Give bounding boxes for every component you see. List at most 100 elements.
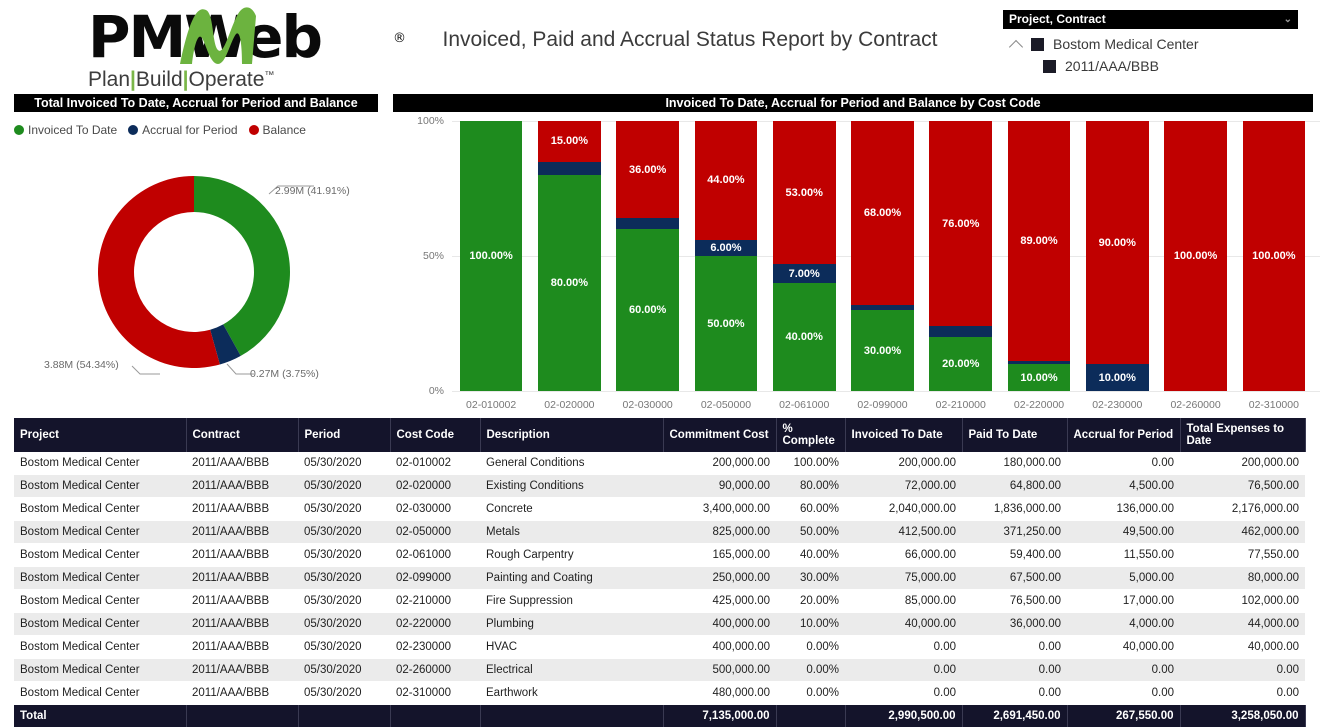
slicer-header[interactable]: Project, Contract ⌄: [1003, 10, 1298, 29]
table-cell: 500,000.00: [663, 658, 776, 682]
table-cell: 40.00%: [776, 543, 845, 567]
table-row[interactable]: Bostom Medical Center 2011/AAA/BBB 05/30/2…: [14, 681, 1305, 705]
table-column-header[interactable]: Paid To Date: [962, 418, 1068, 452]
table-row[interactable]: Bostom Medical Center 2011/AAA/BBB 05/30/2…: [14, 612, 1305, 636]
chevron-up-icon[interactable]: [1009, 36, 1025, 52]
checkbox-checked-icon[interactable]: [1043, 59, 1056, 73]
table-cell: 825,000.00: [663, 520, 776, 544]
table-row[interactable]: Bostom Medical Center 2011/AAA/BBB 05/30/2…: [14, 474, 1305, 498]
table-total-cell: [298, 704, 391, 727]
table-cell: 02-210000: [390, 589, 480, 613]
bar-column[interactable]: 68.00% 30.00%: [851, 121, 914, 391]
bar-segment[interactable]: 10.00%: [1086, 364, 1149, 391]
logo-text-eb: eb: [244, 3, 323, 71]
bar-segment[interactable]: 20.00%: [929, 337, 993, 391]
table-row[interactable]: Bostom Medical Center 2011/AAA/BBB 05/30/2…: [14, 452, 1305, 475]
bar-segment[interactable]: 44.00%: [694, 121, 758, 240]
table-cell: 72,000.00: [845, 474, 962, 498]
bar-segment[interactable]: 40.00%: [772, 283, 836, 391]
table-column-header[interactable]: Commitment Cost: [663, 418, 777, 452]
table-column-header[interactable]: Invoiced To Date: [845, 418, 963, 452]
table-cell: 02-050000: [390, 520, 480, 544]
project-contract-slicer[interactable]: Project, Contract ⌄ Bostom Medical Cente…: [1003, 10, 1298, 77]
slicer-node-project[interactable]: Bostom Medical Center: [1003, 33, 1298, 55]
bar-column[interactable]: 100.00%: [459, 121, 523, 391]
bar-segment[interactable]: [538, 161, 601, 175]
table-cell: 60.00%: [776, 497, 845, 521]
table-cell: 05/30/2020: [298, 681, 390, 705]
table-cell: 0.00: [1067, 452, 1180, 475]
bar-segment[interactable]: 7.00%: [772, 264, 836, 283]
table-total-row: Total 7,135,000.00 2,990,500.00 2,691,450.0…: [14, 704, 1306, 727]
table-column-header[interactable]: Description: [480, 418, 664, 452]
bar-segment[interactable]: 15.00%: [538, 121, 601, 162]
legend-item-balance[interactable]: Balance: [248, 123, 306, 137]
legend-item-invoiced[interactable]: Invoiced To Date: [14, 123, 117, 137]
bar-segment[interactable]: 53.00%: [772, 121, 836, 265]
bar-column[interactable]: 89.00% 10.00%: [1007, 121, 1071, 391]
table-cell: 02-099000: [390, 566, 480, 590]
table-column-header[interactable]: Project: [14, 418, 187, 452]
checkbox-checked-icon[interactable]: [1031, 37, 1044, 51]
chevron-down-icon[interactable]: ⌄: [1284, 14, 1292, 25]
table-column-header[interactable]: Contract: [186, 418, 299, 452]
table-column-header[interactable]: % Complete: [776, 418, 846, 452]
table-cell: 05/30/2020: [298, 612, 390, 636]
donut-slice[interactable]: [194, 176, 291, 356]
bar-column[interactable]: 100.00%: [1242, 121, 1306, 391]
donut-slices[interactable]: [98, 176, 291, 368]
report-page: PMWeb ® Plan|Build|Operate™ Invoiced, Pa…: [0, 0, 1320, 727]
bar-segment[interactable]: 50.00%: [694, 256, 758, 391]
bar-segment[interactable]: 68.00%: [851, 121, 914, 305]
table-row[interactable]: Bostom Medical Center 2011/AAA/BBB 05/30/2…: [14, 635, 1305, 659]
table-column-header[interactable]: Cost Code: [390, 418, 481, 452]
stacked-bar-chart[interactable]: 0% 50% 100% 100.00% 02-010002 15.00% 80.00% 02-…: [393, 112, 1320, 411]
table-row[interactable]: Bostom Medical Center 2011/AAA/BBB 05/30/2…: [14, 520, 1305, 544]
logo-tagline: Plan|Build|Operate™: [88, 68, 275, 91]
table-column-header[interactable]: Total Expenses to Date: [1180, 418, 1306, 452]
bar-segment[interactable]: 100.00%: [459, 121, 523, 391]
table-total-cell: [186, 704, 299, 727]
bar-column[interactable]: 15.00% 80.00%: [538, 121, 601, 391]
bar-segment[interactable]: 10.00%: [1007, 364, 1071, 391]
table-cell: Bostom Medical Center: [14, 566, 186, 590]
bar-column[interactable]: 36.00% 60.00%: [616, 121, 679, 391]
bar-chart-title: Invoiced To Date, Accrual for Period and…: [393, 94, 1313, 112]
bar-segment[interactable]: 76.00%: [929, 121, 993, 327]
bar-segment[interactable]: 6.00%: [694, 239, 758, 256]
table-cell: 05/30/2020: [298, 474, 390, 498]
slicer-node-label: Bostom Medical Center: [1053, 36, 1199, 52]
table-cell: General Conditions: [480, 452, 663, 475]
table-total-cell: [776, 704, 846, 727]
table-row[interactable]: Bostom Medical Center 2011/AAA/BBB 05/30/2…: [14, 566, 1305, 590]
bar-column[interactable]: 100.00%: [1164, 121, 1227, 391]
table-cell: 20.00%: [776, 589, 845, 613]
table-row[interactable]: Bostom Medical Center 2011/AAA/BBB 05/30/2…: [14, 543, 1305, 567]
bar-segment[interactable]: 80.00%: [538, 175, 601, 391]
bar-segment[interactable]: 90.00%: [1086, 121, 1149, 364]
bar-segment[interactable]: 60.00%: [616, 229, 679, 391]
table-cell: 400,000.00: [663, 612, 776, 636]
legend-item-accrual[interactable]: Accrual for Period: [128, 123, 238, 137]
bar-segment[interactable]: 89.00%: [1007, 121, 1071, 362]
table-row[interactable]: Bostom Medical Center 2011/AAA/BBB 05/30/2…: [14, 658, 1305, 682]
bar-segment[interactable]: [616, 218, 679, 229]
bar-segment[interactable]: 100.00%: [1242, 121, 1306, 391]
table-cell: 0.00: [1067, 681, 1180, 705]
table-row[interactable]: Bostom Medical Center 2011/AAA/BBB 05/30/2…: [14, 497, 1305, 521]
bar-segment[interactable]: 100.00%: [1164, 121, 1227, 391]
table-row[interactable]: Bostom Medical Center 2011/AAA/BBB 05/30/2…: [14, 589, 1305, 613]
slicer-node-contract[interactable]: 2011/AAA/BBB: [1003, 55, 1298, 77]
bar-segment[interactable]: 30.00%: [851, 310, 914, 391]
table-cell: 44,000.00: [1180, 612, 1305, 636]
bar-segment[interactable]: [929, 326, 993, 337]
bar-column[interactable]: 90.00% 10.00%: [1086, 121, 1149, 391]
bar-column[interactable]: 76.00% 20.00%: [929, 121, 993, 391]
table-column-header[interactable]: Accrual for Period: [1067, 418, 1181, 452]
bar-column[interactable]: 44.00% 6.00% 50.00%: [694, 121, 758, 391]
table-cell: 05/30/2020: [298, 658, 390, 682]
table-column-header[interactable]: Period: [298, 418, 391, 452]
bar-column[interactable]: 53.00% 7.00% 40.00%: [772, 121, 836, 391]
table-cell: Metals: [480, 520, 663, 544]
bar-segment[interactable]: 36.00%: [616, 121, 679, 219]
